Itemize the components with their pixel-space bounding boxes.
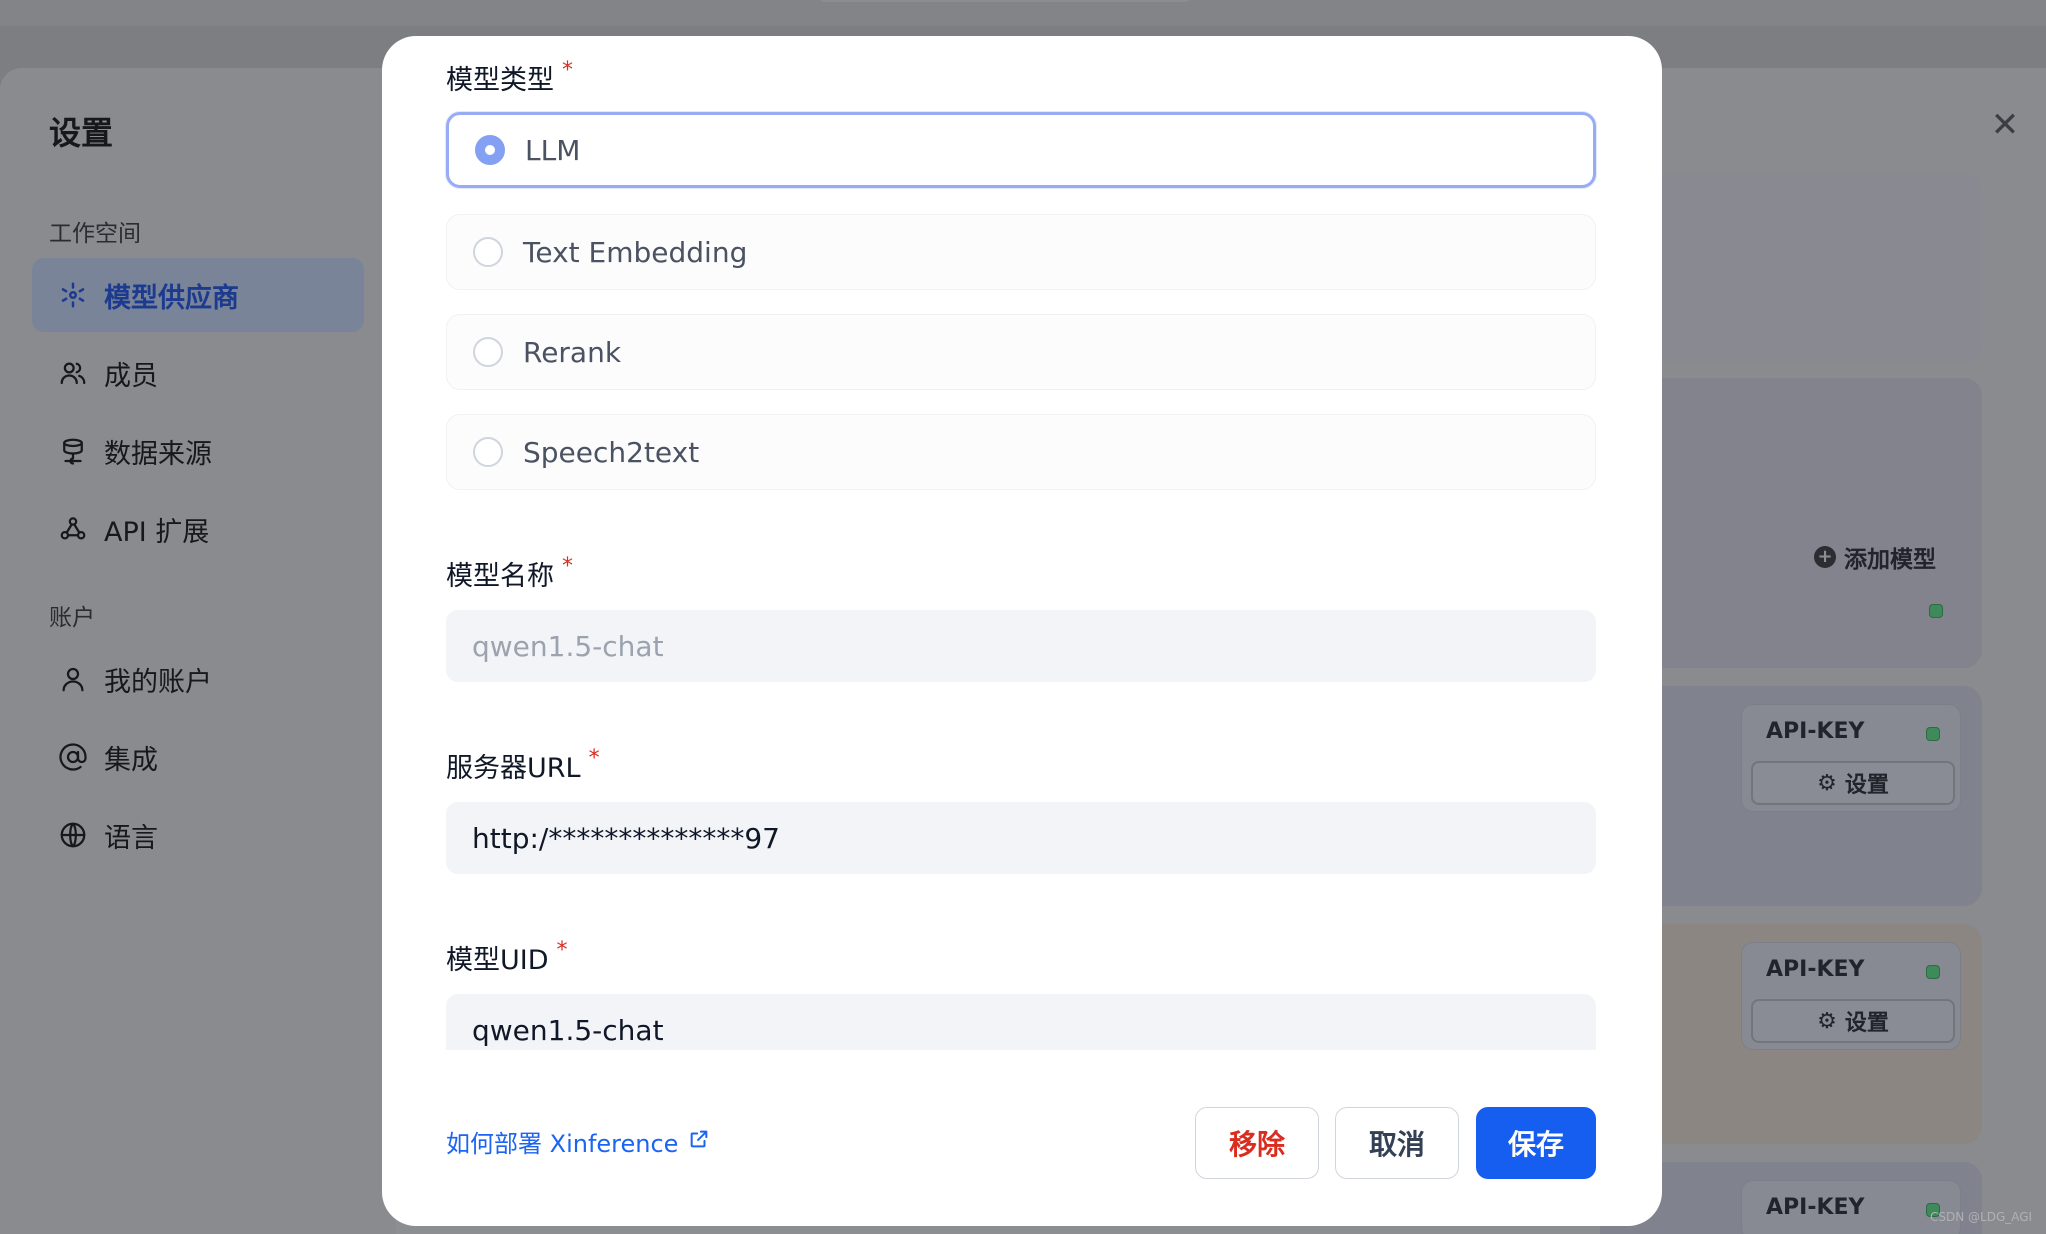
option-label: LLM xyxy=(525,133,581,167)
save-button[interactable]: 保存 xyxy=(1476,1107,1596,1179)
cancel-button[interactable]: 取消 xyxy=(1335,1107,1459,1179)
globe-icon xyxy=(56,818,90,852)
user-icon xyxy=(56,662,90,696)
add-model-button[interactable]: + 添加模型 xyxy=(1814,540,1936,574)
users-icon xyxy=(56,356,90,390)
option-label: Speech2text xyxy=(523,435,700,469)
model-uid-label: 模型UID * xyxy=(446,938,568,976)
option-label: Rerank xyxy=(523,335,622,369)
external-link-icon xyxy=(688,1128,710,1156)
webhook-icon xyxy=(56,512,90,546)
status-indicator xyxy=(1929,604,1943,618)
sidebar-item-label: 我的账户 xyxy=(104,666,212,698)
apikey-label: API-KEY xyxy=(1766,1195,1865,1220)
sidebar-item-my-account[interactable]: 我的账户 xyxy=(32,642,364,716)
topbar-pill xyxy=(815,0,1195,2)
model-type-label: 模型类型 * xyxy=(446,58,573,96)
status-indicator xyxy=(1926,727,1940,741)
model-name-input[interactable] xyxy=(446,610,1596,682)
screen: 设置 工作空间 模型供应商 成员 数据来源 API 扩展 账户 我的账户 集成 … xyxy=(0,0,2046,1234)
workspace-section-label: 工作空间 xyxy=(49,221,141,247)
sidebar-item-label: API 扩展 xyxy=(104,516,210,548)
apikey-card: API-KEY ⚙ 设置 xyxy=(1741,942,1961,1050)
topbar-backdrop xyxy=(0,0,2046,26)
sidebar-item-label: 数据来源 xyxy=(104,438,212,470)
radio-icon xyxy=(473,437,503,467)
model-type-option-speech2text[interactable]: Speech2text xyxy=(446,414,1596,490)
option-label: Text Embedding xyxy=(523,235,748,269)
sidebar-item-members[interactable]: 成员 xyxy=(32,336,364,410)
settings-button-label: 设置 xyxy=(1844,773,1889,798)
radio-selected-icon xyxy=(475,135,505,165)
apikey-label: API-KEY xyxy=(1766,957,1865,982)
gear-icon: ⚙ xyxy=(1817,770,1837,796)
radio-icon xyxy=(473,237,503,267)
apikey-label: API-KEY xyxy=(1766,719,1865,744)
xinference-help-link[interactable]: 如何部署 Xinference xyxy=(446,1124,710,1159)
sidebar-item-label: 模型供应商 xyxy=(104,282,239,314)
model-type-option-llm[interactable]: LLM xyxy=(446,112,1596,188)
at-icon xyxy=(56,740,90,774)
sidebar-item-model-provider[interactable]: 模型供应商 xyxy=(32,258,364,332)
model-name-label: 模型名称 * xyxy=(446,554,573,592)
sidebar-item-integrations[interactable]: 集成 xyxy=(32,720,364,794)
sidebar-item-language[interactable]: 语言 xyxy=(32,798,364,872)
model-uid-scroll-clip xyxy=(446,994,1596,1050)
sidebar-item-data-source[interactable]: 数据来源 xyxy=(32,414,364,488)
model-config-modal: 模型类型 * LLM Text Embedding Rerank Speech2t… xyxy=(382,36,1662,1226)
settings-title: 设置 xyxy=(49,114,114,152)
gear-icon: ⚙ xyxy=(1817,1008,1837,1034)
apikey-settings-button[interactable]: ⚙ 设置 xyxy=(1751,999,1955,1043)
add-model-label: 添加模型 xyxy=(1844,547,1936,573)
model-uid-input[interactable] xyxy=(446,994,1596,1050)
account-section-label: 账户 xyxy=(49,605,95,631)
close-icon[interactable]: ✕ xyxy=(1988,108,2022,142)
sidebar-item-label: 语言 xyxy=(104,822,158,854)
settings-button-label: 设置 xyxy=(1844,1011,1889,1036)
apikey-card: API-KEY xyxy=(1741,1180,1961,1234)
remove-button[interactable]: 移除 xyxy=(1195,1107,1319,1179)
sidebar-item-label: 成员 xyxy=(104,360,158,392)
server-url-label: 服务器URL * xyxy=(446,746,600,784)
apikey-settings-button[interactable]: ⚙ 设置 xyxy=(1751,761,1955,805)
sidebar-item-api-extension[interactable]: API 扩展 xyxy=(32,492,364,566)
plus-circle-icon: + xyxy=(1814,546,1836,568)
cube-icon xyxy=(56,278,90,312)
required-mark: * xyxy=(562,58,573,83)
watermark: CSDN @LDG_AGI xyxy=(1930,1210,2033,1224)
status-indicator xyxy=(1926,965,1940,979)
sidebar-item-label: 集成 xyxy=(104,744,158,776)
apikey-card: API-KEY ⚙ 设置 xyxy=(1741,704,1961,812)
server-url-input[interactable] xyxy=(446,802,1596,874)
required-mark: * xyxy=(588,746,600,771)
help-link-text: 如何部署 Xinference xyxy=(446,1130,679,1158)
radio-icon xyxy=(473,337,503,367)
database-icon xyxy=(56,434,90,468)
model-type-option-rerank[interactable]: Rerank xyxy=(446,314,1596,390)
required-mark: * xyxy=(562,554,573,579)
model-type-option-text-embedding[interactable]: Text Embedding xyxy=(446,214,1596,290)
required-mark: * xyxy=(556,938,568,963)
